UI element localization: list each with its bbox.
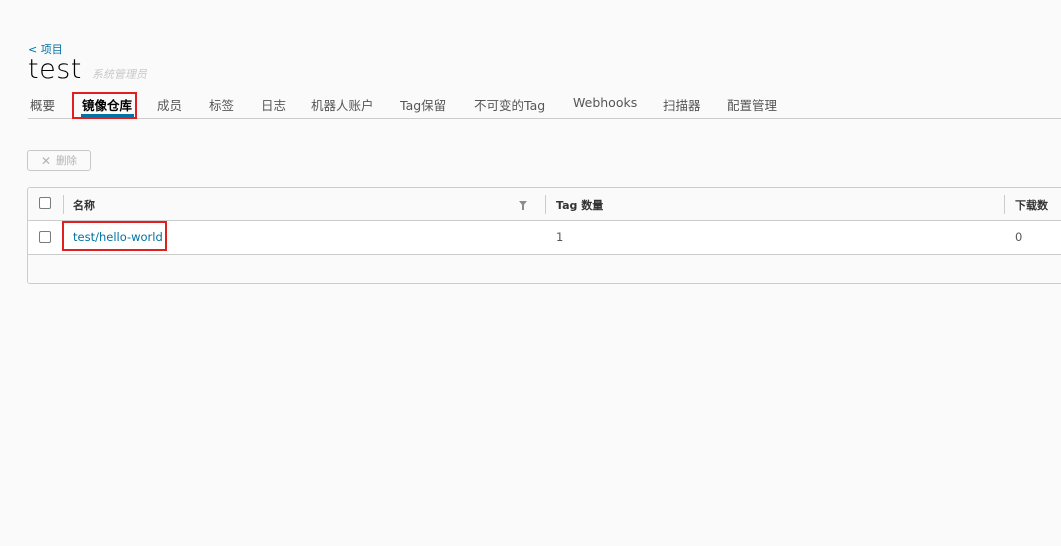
tab-repositories[interactable]: 镜像仓库 [82,95,132,114]
tab-members[interactable]: 成员 [157,95,182,114]
delete-button-label: 删除 [56,155,78,167]
column-divider [545,195,546,214]
tab-immutable-tags[interactable]: 不可变的Tag [474,95,545,114]
column-divider [1004,195,1005,214]
tab-robot-accounts[interactable]: 机器人账户 [311,95,374,114]
close-icon: ✕ [40,153,52,168]
tab-summary[interactable]: 概要 [30,95,55,114]
column-header-tag-count[interactable]: Tag 数量 [556,197,603,213]
page-title: test [28,54,82,85]
tab-bar: 概要 镜像仓库 成员 标签 日志 机器人账户 Tag保留 不可变的Tag Web… [28,88,1061,119]
tab-tag-retention[interactable]: Tag保留 [400,95,446,114]
title-row: test 系统管理员 [28,54,147,85]
table-header: 名称 Tag 数量 下载数 [28,188,1061,221]
tab-labels[interactable]: 标签 [209,95,234,114]
tab-scanner[interactable]: 扫描器 [663,95,701,114]
tag-count-cell: 1 [556,230,564,244]
tab-logs[interactable]: 日志 [261,95,286,114]
table-footer [28,255,1061,283]
project-detail-page: < 项目 test 系统管理员 概要 镜像仓库 成员 标签 日志 机器人账户 T… [0,0,1061,546]
column-divider [63,195,64,214]
filter-icon[interactable] [519,201,527,210]
active-tab-indicator [81,114,134,117]
downloads-cell: 0 [1015,230,1023,244]
repository-name-link[interactable]: test/hello-world [73,230,163,244]
tab-webhooks[interactable]: Webhooks [573,95,637,110]
select-all-checkbox[interactable] [39,197,51,209]
row-checkbox[interactable] [39,231,51,243]
tab-configuration[interactable]: 配置管理 [727,95,777,114]
role-label: 系统管理员 [91,68,147,81]
repository-table: 名称 Tag 数量 下载数 test/hello-world 1 0 [27,187,1061,284]
table-row: test/hello-world 1 0 [28,221,1061,255]
column-header-name[interactable]: 名称 [73,197,95,213]
delete-button[interactable]: ✕ 删除 [27,150,91,171]
column-header-downloads[interactable]: 下载数 [1015,197,1048,213]
